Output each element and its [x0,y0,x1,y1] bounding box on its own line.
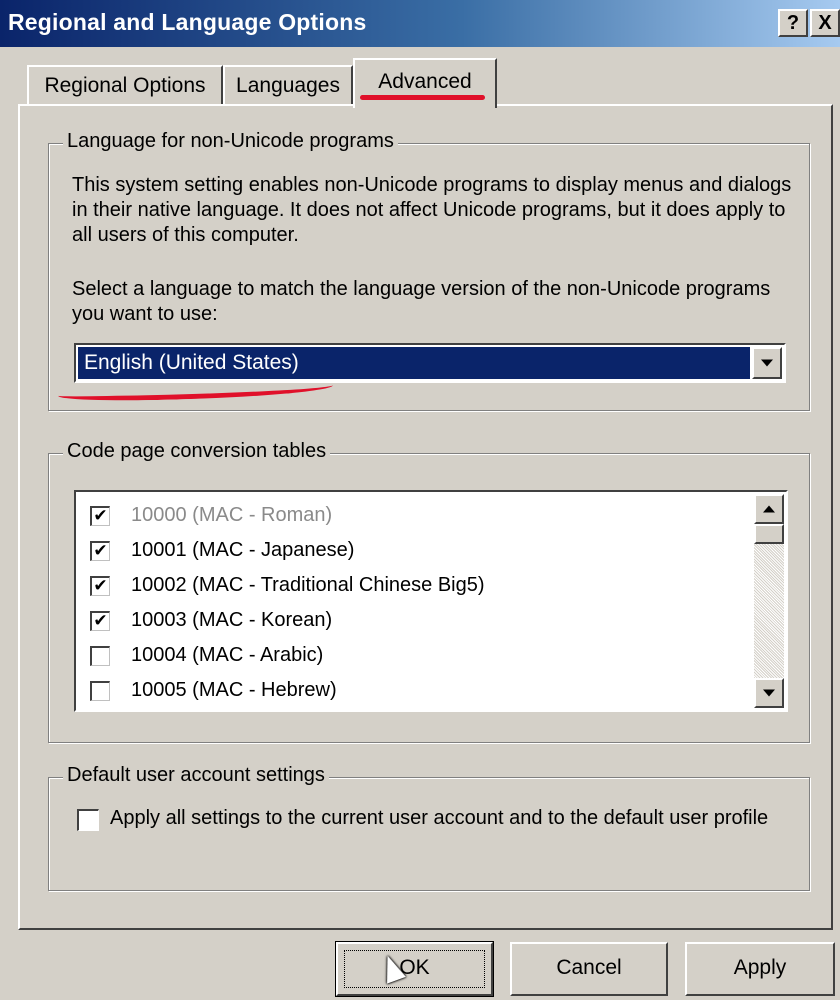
help-button[interactable]: ? [778,9,808,37]
apply-defaults-checkbox[interactable] [77,809,99,831]
list-item-checkbox[interactable]: ✔ [90,611,110,631]
code-page-listbox[interactable]: ✔ 10000 (MAC - Roman) ✔ 10001 (MAC - Jap… [74,490,788,712]
window-title: Regional and Language Options [8,9,367,35]
language-description: This system setting enables non-Unicode … [72,174,792,246]
scroll-thumb[interactable] [754,524,784,544]
list-item-checkbox[interactable]: ✔ [90,541,110,561]
list-item-label: 10002 (MAC - Traditional Chinese Big5) [131,574,485,596]
chevron-down-icon [761,359,773,367]
list-item-label: 10003 (MAC - Korean) [131,609,333,631]
code-page-group-legend: Code page conversion tables [63,440,331,463]
language-group-legend: Language for non-Unicode programs [63,130,398,153]
list-item-label: 10004 (MAC - Arabic) [131,644,324,666]
tab-languages[interactable]: Languages [223,65,353,105]
tab-advanced[interactable]: Advanced [353,58,497,108]
ok-button[interactable]: OK [335,941,494,997]
language-select-value: English (United States) [78,347,750,379]
user-settings-group-legend: Default user account settings [63,764,329,787]
scroll-up-button[interactable] [754,494,784,524]
focus-rect [344,950,485,988]
cancel-button[interactable]: Cancel [510,942,668,996]
list-item-checkbox[interactable]: ✔ [90,576,110,596]
language-prompt: Select a language to match the language … [72,278,771,325]
list-item-checkbox[interactable] [90,681,110,701]
annotation-underline-tab [360,95,485,100]
apply-button[interactable]: Apply [685,942,835,996]
close-icon: X [818,12,832,34]
title-bar: Regional and Language Options ? X [0,0,840,47]
chevron-down-icon [763,689,775,697]
list-item-checkbox[interactable] [90,646,110,666]
list-item-label: 10001 (MAC - Japanese) [131,539,355,561]
chevron-up-icon [763,505,775,513]
language-select[interactable]: English (United States) [74,343,786,383]
tab-regional-options[interactable]: Regional Options [27,65,223,105]
language-select-dropdown-button[interactable] [752,347,782,379]
list-item-checkbox[interactable]: ✔ [90,506,110,526]
scroll-down-button[interactable] [754,678,784,708]
help-icon: ? [786,12,800,34]
apply-defaults-label[interactable]: Apply all settings to the current user a… [110,805,770,832]
list-item-label: 10000 (MAC - Roman) [131,504,333,526]
user-settings-group: Default user account settings [48,764,810,891]
close-button[interactable]: X [810,9,840,37]
listbox-scrollbar[interactable] [754,494,784,708]
list-item-label: 10005 (MAC - Hebrew) [131,679,337,701]
